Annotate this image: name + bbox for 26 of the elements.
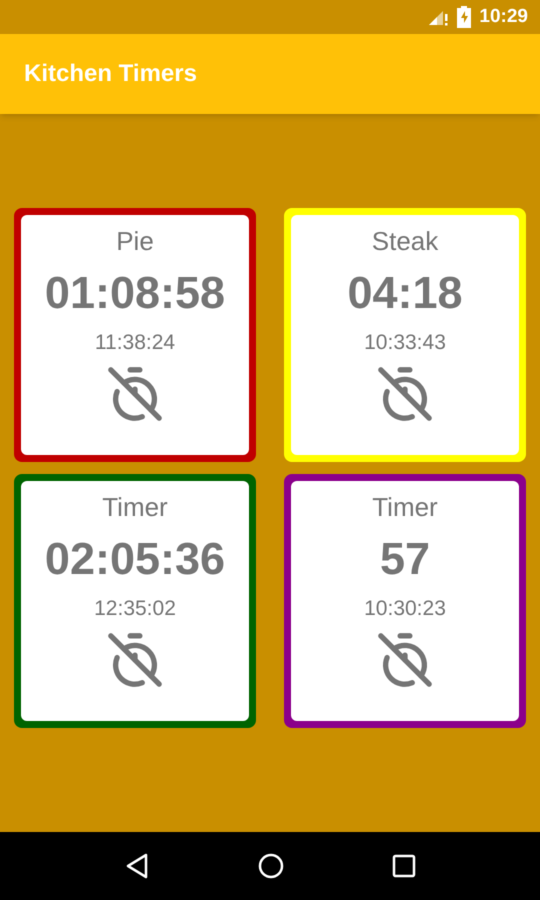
back-icon[interactable] xyxy=(124,852,150,880)
timer-remaining: 02:05:36 xyxy=(44,532,226,586)
timer-off-icon[interactable] xyxy=(106,365,164,423)
battery-charging-icon xyxy=(457,6,472,28)
timer-card[interactable]: Timer 02:05:36 12:35:02 xyxy=(14,474,256,728)
timer-card[interactable]: Pie 01:08:58 11:38:24 xyxy=(14,208,256,462)
timer-name: Timer xyxy=(102,491,168,523)
timer-name: Steak xyxy=(372,225,438,257)
timer-remaining: 01:08:58 xyxy=(44,266,226,320)
timer-remaining: 04:18 xyxy=(347,266,463,320)
timer-off-icon[interactable] xyxy=(106,631,164,689)
timer-card[interactable]: Timer 57 10:30:23 xyxy=(284,474,526,728)
home-icon[interactable] xyxy=(258,853,284,879)
timer-name: Timer xyxy=(372,491,438,523)
timer-card[interactable]: Steak 04:18 10:33:43 xyxy=(284,208,526,462)
timer-end-time: 12:35:02 xyxy=(94,596,176,622)
timer-name: Pie xyxy=(116,225,154,257)
timer-remaining: 57 xyxy=(380,532,430,586)
timer-end-time: 10:30:23 xyxy=(364,596,446,622)
timer-off-icon[interactable] xyxy=(376,365,434,423)
timer-end-time: 11:38:24 xyxy=(94,330,176,356)
status-time: 10:29 xyxy=(479,4,528,29)
app-title: Kitchen Timers xyxy=(24,59,197,89)
timer-end-time: 10:33:43 xyxy=(364,330,446,356)
timer-off-icon[interactable] xyxy=(376,631,434,689)
recents-icon[interactable] xyxy=(392,854,416,878)
